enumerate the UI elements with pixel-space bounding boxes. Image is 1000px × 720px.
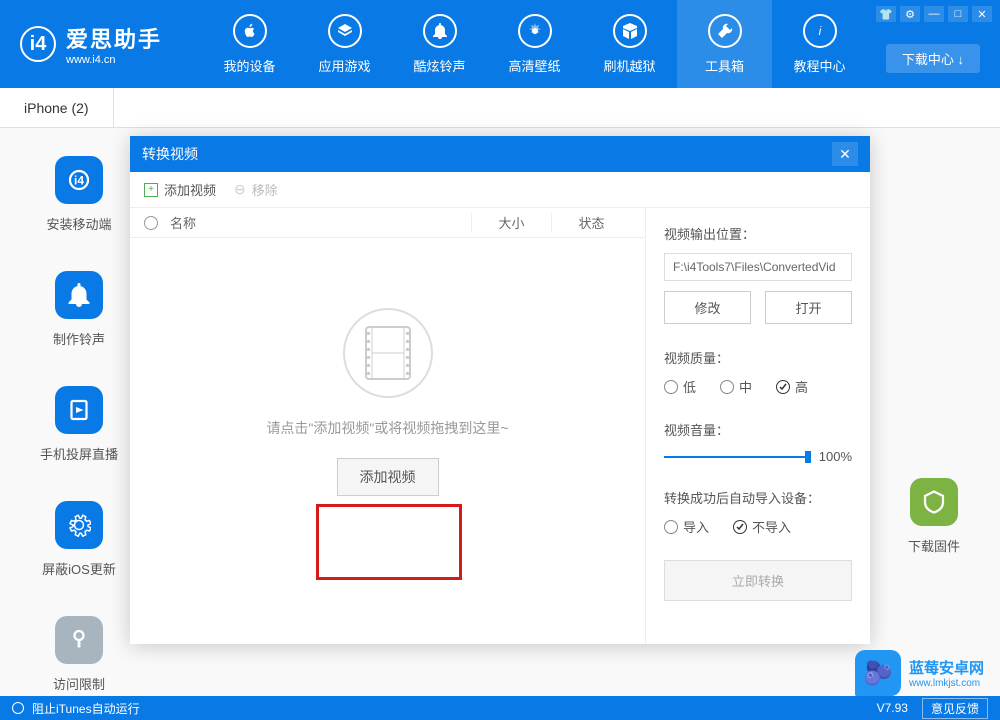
modal-toolbar: + 添加视频 ⊖ 移除: [130, 172, 870, 208]
empty-state: 请点击"添加视频"或将视频拖拽到这里~ 添加视频: [130, 238, 645, 496]
svg-text:i: i: [818, 24, 821, 38]
modal-close-button[interactable]: ✕: [832, 142, 858, 166]
toolbar-remove: ⊖ 移除: [234, 180, 278, 199]
device-tab[interactable]: iPhone (2): [0, 88, 114, 127]
toolbar-add-video[interactable]: + 添加视频: [144, 180, 216, 199]
open-button[interactable]: 打开: [765, 291, 852, 324]
sidebar-item-screen-mirror[interactable]: 手机投屏直播: [40, 386, 118, 463]
install-icon: i4: [55, 156, 103, 204]
apple-icon: [233, 14, 267, 48]
modal-titlebar: 转换视频 ✕: [130, 136, 870, 172]
download-center-button[interactable]: 下载中心 ↓: [886, 44, 980, 73]
nav-my-device[interactable]: 我的设备: [202, 0, 297, 88]
logo-title: 爱思助手: [66, 22, 162, 54]
sidebar-item-download-firmware[interactable]: 下载固件: [908, 478, 960, 555]
logo: i4 爱思助手 www.i4.cn: [0, 22, 182, 66]
output-path-input[interactable]: [664, 253, 852, 281]
volume-label: 视频音量：: [664, 420, 852, 439]
content-area: i4 安装移动端 制作铃声 手机投屏直播 屏蔽iOS更新 访问限制 下载固件 转…: [0, 128, 1000, 696]
firmware-icon: [910, 478, 958, 526]
quality-low-radio[interactable]: 低: [664, 377, 696, 396]
sidebar-item-block-update[interactable]: 屏蔽iOS更新: [40, 501, 118, 578]
nav-apps-games[interactable]: 应用游戏: [297, 0, 392, 88]
select-all-checkbox[interactable]: [144, 216, 158, 230]
maximize-button[interactable]: □: [948, 6, 968, 22]
app-header: i4 爱思助手 www.i4.cn 我的设备 应用游戏 酷炫铃声 高清壁纸 刷机…: [0, 0, 1000, 88]
screen-icon: [55, 386, 103, 434]
col-size: 大小: [471, 213, 551, 232]
video-list-panel: 名称 大小 状态 请点击"添加视频"或将视频拖拽到这里~ 添加视频: [130, 208, 646, 644]
minimize-button[interactable]: —: [924, 6, 944, 22]
shirt-icon[interactable]: 👕: [876, 6, 896, 22]
volume-slider[interactable]: [664, 456, 809, 458]
col-name: 名称: [170, 213, 471, 232]
feedback-button[interactable]: 意见反馈: [922, 698, 988, 719]
modify-button[interactable]: 修改: [664, 291, 751, 324]
ringtone-icon: [55, 271, 103, 319]
modal-title: 转换视频: [142, 144, 198, 164]
info-icon: i: [803, 14, 837, 48]
output-path-label: 视频输出位置：: [664, 224, 852, 243]
key-icon: [55, 616, 103, 664]
sidebar-item-install-mobile[interactable]: i4 安装移动端: [40, 156, 118, 233]
itunes-toggle[interactable]: [12, 702, 24, 714]
sidebar-item-access-restrict[interactable]: 访问限制: [40, 616, 118, 693]
logo-icon: i4: [20, 26, 56, 62]
watermark: 🫐 蓝莓安卓网 www.lmkjst.com: [855, 650, 984, 696]
watermark-url: www.lmkjst.com: [909, 678, 984, 689]
highlight-annotation: [316, 504, 462, 580]
nav-flash-jailbreak[interactable]: 刷机越狱: [582, 0, 677, 88]
convert-video-modal: 转换视频 ✕ + 添加视频 ⊖ 移除 名称 大小 状态: [130, 136, 870, 644]
quality-high-radio[interactable]: 高: [776, 377, 808, 396]
watermark-title: 蓝莓安卓网: [909, 657, 984, 678]
auto-import-label: 转换成功后自动导入设备：: [664, 488, 852, 507]
import-yes-radio[interactable]: 导入: [664, 517, 709, 536]
nav-tutorials[interactable]: i 教程中心: [772, 0, 867, 88]
settings-icon[interactable]: ⚙: [900, 6, 920, 22]
close-button[interactable]: ✕: [972, 6, 992, 22]
version-label: V7.93: [877, 701, 908, 715]
convert-now-button[interactable]: 立即转换: [664, 560, 852, 601]
bell-icon: [423, 14, 457, 48]
table-header: 名称 大小 状态: [130, 208, 645, 238]
tool-sidebar: i4 安装移动端 制作铃声 手机投屏直播 屏蔽iOS更新 访问限制: [40, 156, 118, 693]
box-icon: [613, 14, 647, 48]
import-no-radio[interactable]: 不导入: [733, 517, 791, 536]
nav-ringtones[interactable]: 酷炫铃声: [392, 0, 487, 88]
nav-wallpapers[interactable]: 高清壁纸: [487, 0, 582, 88]
settings-panel: 视频输出位置： 修改 打开 视频质量： 低 中 高 视频音: [646, 208, 870, 644]
tools-icon: [708, 14, 742, 48]
empty-hint-text: 请点击"添加视频"或将视频拖拽到这里~: [266, 418, 508, 438]
logo-url: www.i4.cn: [66, 54, 162, 66]
blueberry-icon: 🫐: [855, 650, 901, 696]
gear-icon: [55, 501, 103, 549]
itunes-label: 阻止iTunes自动运行: [32, 700, 140, 717]
film-icon: [343, 308, 433, 398]
volume-value: 100%: [819, 449, 852, 464]
remove-icon: ⊖: [234, 181, 246, 198]
wallpaper-icon: [518, 14, 552, 48]
svg-text:i4: i4: [74, 174, 84, 188]
nav-toolbox[interactable]: 工具箱: [677, 0, 772, 88]
app-icon: [328, 14, 362, 48]
add-video-button[interactable]: 添加视频: [337, 458, 439, 496]
quality-mid-radio[interactable]: 中: [720, 377, 752, 396]
plus-icon: +: [144, 183, 158, 197]
window-controls: 👕 ⚙ — □ ✕: [876, 6, 992, 22]
col-status: 状态: [551, 213, 631, 232]
status-bar: 阻止iTunes自动运行 V7.93 意见反馈: [0, 696, 1000, 720]
quality-label: 视频质量：: [664, 348, 852, 367]
sidebar-item-ringtone[interactable]: 制作铃声: [40, 271, 118, 348]
tab-bar: iPhone (2): [0, 88, 1000, 128]
